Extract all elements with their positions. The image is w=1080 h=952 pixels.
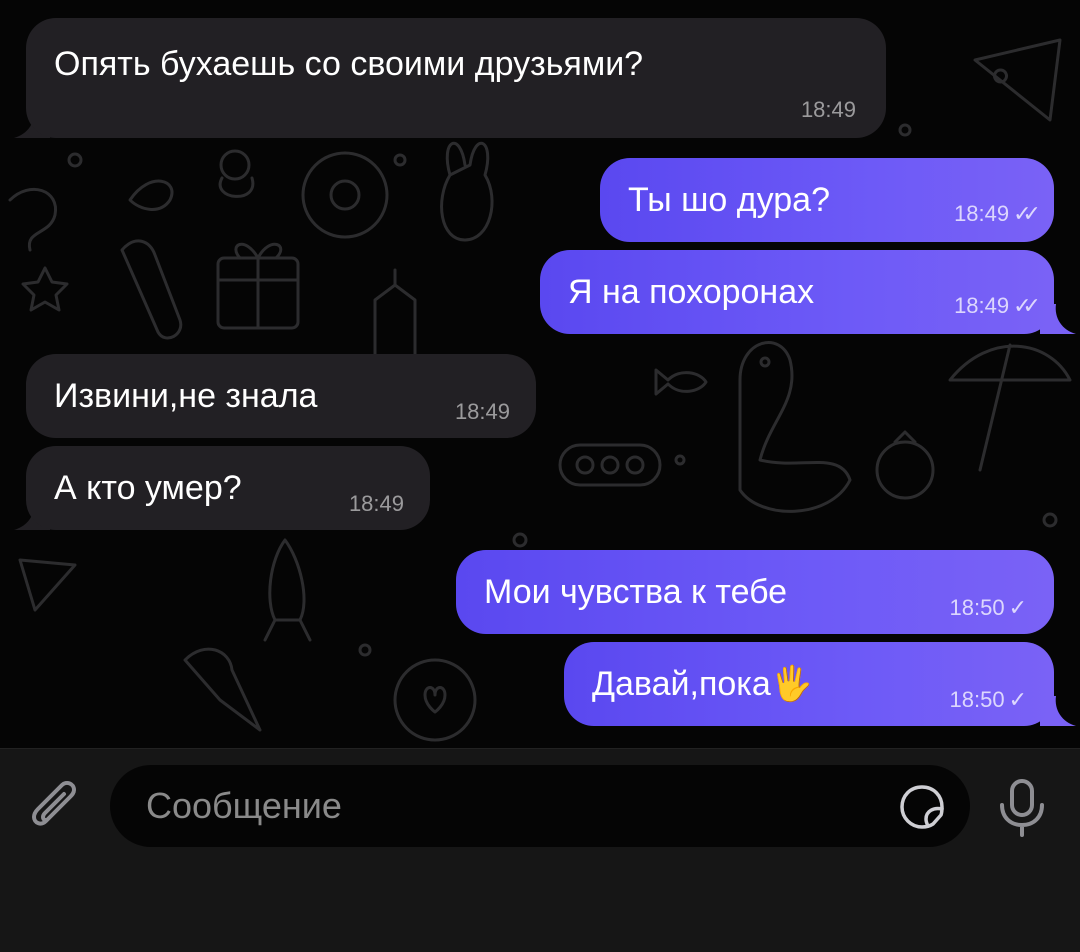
message-meta: 18:49 [801, 98, 856, 122]
microphone-icon[interactable] [990, 775, 1054, 839]
message-incoming[interactable]: Опять бухаешь со своими друзьями? 18:49 [26, 18, 886, 138]
message-outgoing[interactable]: Я на похоронах 18:49 ✓✓ [540, 250, 1054, 334]
message-meta: 18:49 [349, 492, 404, 516]
message-text: Ты шо дура? [628, 181, 830, 219]
sent-check-icon: ✓ [1008, 687, 1028, 712]
message-meta: 18:49 [455, 400, 510, 424]
message-outgoing[interactable]: Давай,пока🖐 18:50 ✓ [564, 642, 1054, 726]
message-time: 18:49 [800, 97, 856, 122]
message-time: 18:49 [348, 491, 404, 516]
message-list: Опять бухаешь со своими друзьями? 18:49 … [0, 0, 1080, 748]
message-text: Извини,не знала [54, 377, 318, 415]
message-meta: 18:49 ✓✓ [954, 201, 1041, 226]
message-text: Давай,пока🖐 [592, 665, 814, 703]
message-text: Я на похоронах [568, 273, 815, 311]
message-meta: 18:50 ✓ [949, 687, 1028, 712]
message-outgoing[interactable]: Мои чувства к тебе 18:50 ✓ [456, 550, 1054, 634]
message-incoming[interactable]: Извини,не знала 18:49 [26, 354, 536, 438]
message-outgoing[interactable]: Ты шо дура? 18:49 ✓✓ [600, 158, 1054, 242]
read-receipt-icon: ✓✓ [1013, 293, 1041, 318]
message-input-field[interactable] [110, 765, 970, 847]
message-text: Опять бухаешь со своими друзьями? [54, 45, 644, 83]
message-meta: 18:50 ✓ [949, 595, 1028, 620]
composer-bar [0, 748, 1080, 952]
message-time: 18:50 [949, 595, 1005, 620]
message-incoming[interactable]: А кто умер? 18:49 [26, 446, 430, 530]
message-text: А кто умер? [54, 469, 242, 507]
message-input[interactable] [146, 765, 866, 847]
message-text: Мои чувства к тебе [484, 573, 788, 611]
message-time: 18:50 [949, 687, 1005, 712]
paperclip-icon[interactable] [24, 777, 88, 841]
sent-check-icon: ✓ [1008, 595, 1028, 620]
sticker-icon[interactable] [896, 781, 948, 833]
message-meta: 18:49 ✓✓ [954, 293, 1041, 318]
message-time: 18:49 [454, 399, 510, 424]
message-time: 18:49 [954, 293, 1010, 318]
chat-screen: Опять бухаешь со своими друзьями? 18:49 … [0, 0, 1080, 952]
message-time: 18:49 [954, 201, 1010, 226]
read-receipt-icon: ✓✓ [1013, 201, 1041, 226]
